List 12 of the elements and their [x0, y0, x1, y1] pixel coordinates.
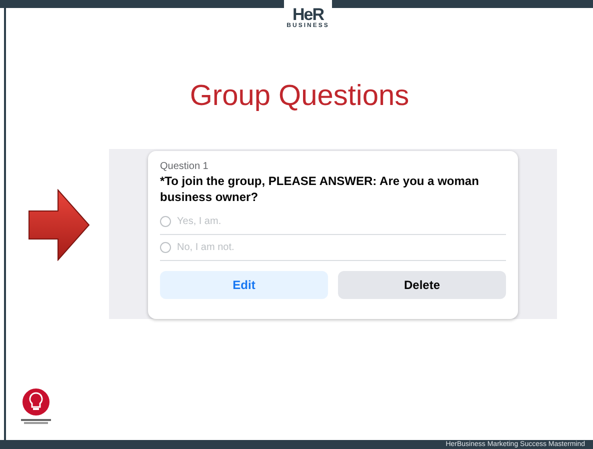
question-text: *To join the group, PLEASE ANSWER: Are you a woman business owner?	[160, 174, 480, 206]
slide-title: Group Questions	[188, 80, 410, 113]
radio-button[interactable]	[160, 242, 171, 254]
arrow-icon	[28, 189, 90, 261]
logo-mark: HeR	[292, 6, 324, 22]
delete-button[interactable]: Delete	[338, 271, 506, 300]
option-label: No, I am not.	[177, 242, 234, 254]
edit-button[interactable]: Edit	[160, 271, 328, 300]
radio-button[interactable]	[160, 216, 171, 228]
question-number: Question 1	[160, 161, 210, 172]
option-label: Yes, I am.	[177, 216, 222, 228]
lightbulb-logo-icon	[18, 387, 54, 425]
